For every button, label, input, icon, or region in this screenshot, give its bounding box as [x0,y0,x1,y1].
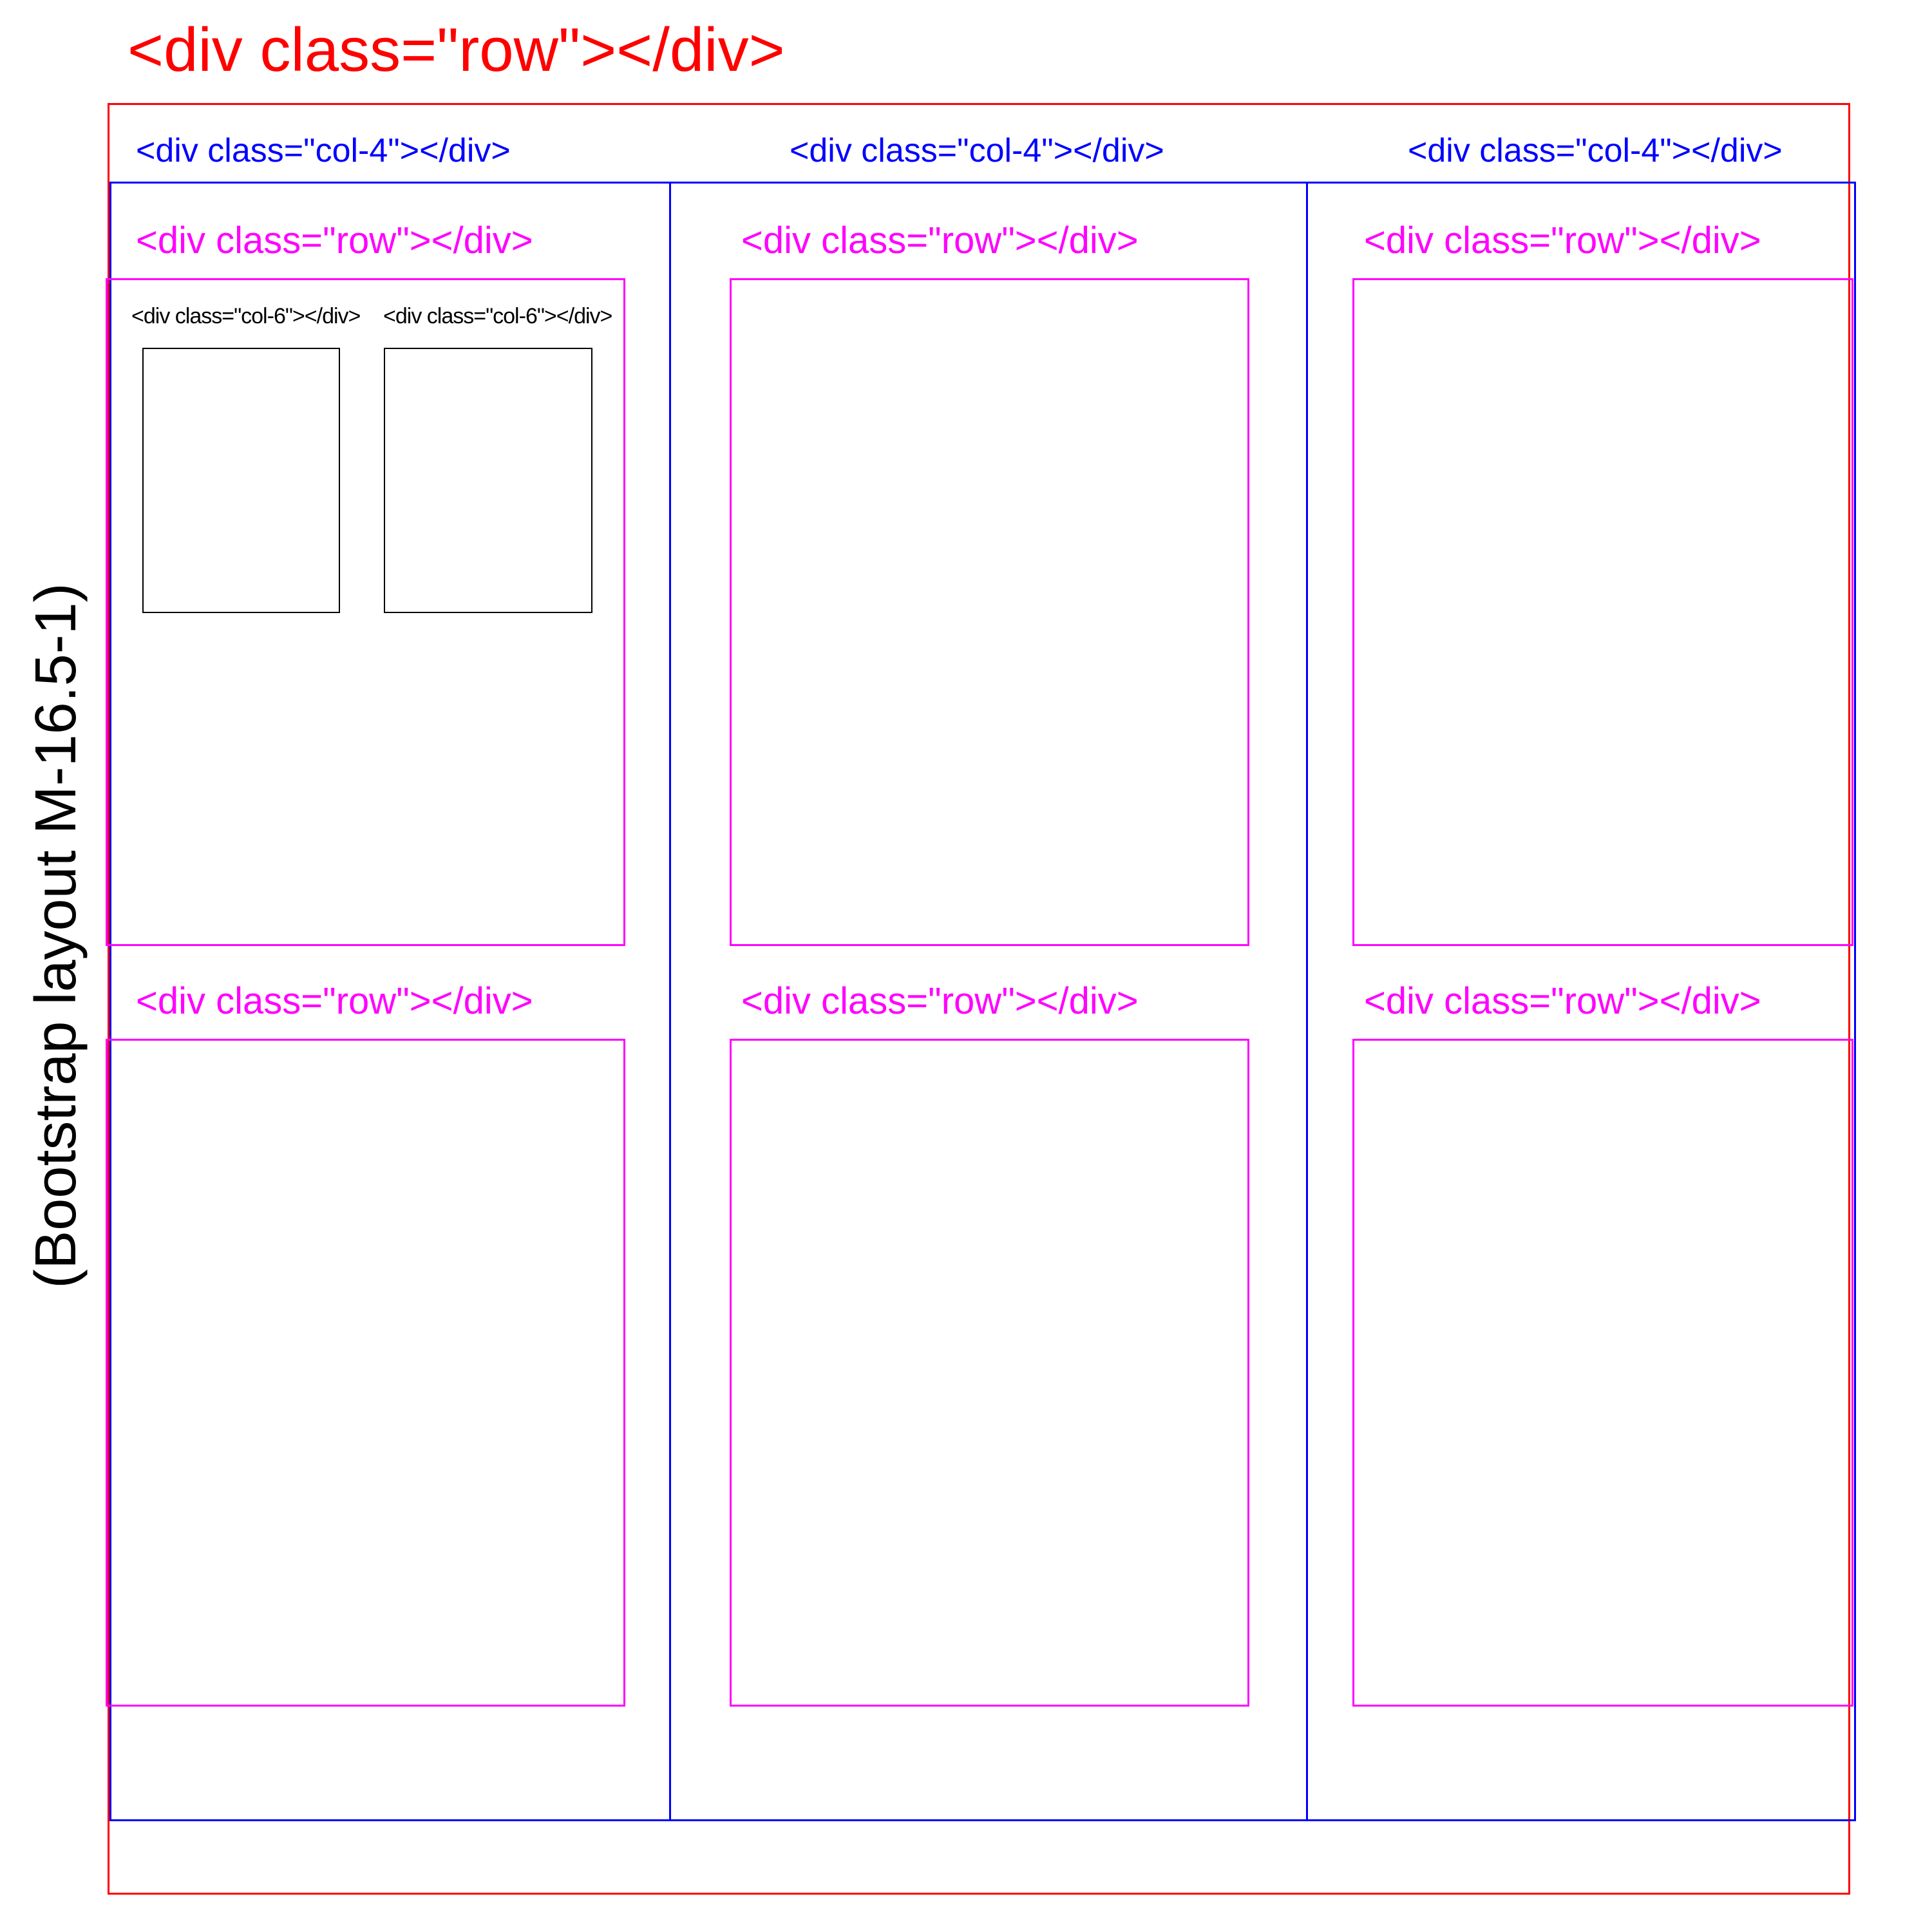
subcol-1-box [142,348,340,613]
subcol-1-label: <div class="col-6"></div> [131,304,361,328]
column-2-label: <div class="col-4"></div> [790,132,1164,169]
row-2-label: <div class="row"></div> [741,220,1139,261]
row-6-box [1352,1039,1853,1707]
row-4-box [106,1039,625,1707]
subcol-2-box [384,348,592,613]
outer-row-label: <div class="row"></div> [128,15,785,84]
row-5-label: <div class="row"></div> [741,980,1139,1022]
row-3-label: <div class="row"></div> [1364,220,1761,261]
row-5-box [730,1039,1249,1707]
subcol-2-label: <div class="col-6"></div> [383,304,612,328]
column-3-label: <div class="col-4"></div> [1408,132,1783,169]
row-3-box [1352,278,1853,946]
row-1-label: <div class="row"></div> [136,220,533,261]
diagram-caption: (Bootstrap layout M-16.5-1) [24,583,88,1289]
row-4-label: <div class="row"></div> [136,980,533,1022]
column-1-label: <div class="col-4"></div> [136,132,511,169]
row-2-box [730,278,1249,946]
row-6-label: <div class="row"></div> [1364,980,1761,1022]
